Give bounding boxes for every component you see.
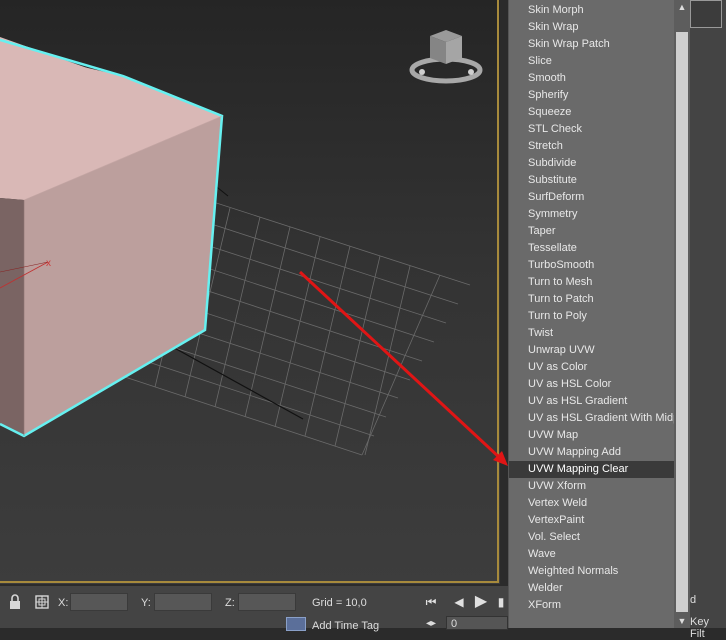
x-label: X:	[58, 597, 69, 609]
modifier-item[interactable]: Spherify	[509, 87, 675, 104]
key-filters-button[interactable]: Key Filt	[690, 616, 726, 640]
add-time-tag-button[interactable]: Add Time Tag	[312, 620, 379, 632]
goto-start-icon[interactable]: ⏮	[422, 593, 440, 611]
modifier-item[interactable]: Tessellate	[509, 240, 675, 257]
modifier-item[interactable]: UV as HSL Color	[509, 376, 675, 393]
scrollbar-thumb[interactable]	[676, 32, 688, 612]
modifier-item[interactable]: Smooth	[509, 70, 675, 87]
modifier-item[interactable]: Stretch	[509, 138, 675, 155]
x-coordinate-field[interactable]	[70, 593, 128, 611]
modifier-item[interactable]: VertexPaint	[509, 512, 675, 529]
modifier-item[interactable]: UVW Xform	[509, 478, 675, 495]
absolute-mode-icon[interactable]	[34, 594, 50, 610]
modifier-item[interactable]: Welder	[509, 580, 675, 597]
modifier-item[interactable]: STL Check	[509, 121, 675, 138]
modifier-list-scrollbar[interactable]: ▲ ▼	[674, 0, 690, 628]
modifier-item[interactable]: Skin Wrap	[509, 19, 675, 36]
modifier-item[interactable]: Slice	[509, 53, 675, 70]
grid-size-label: Grid = 10,0	[312, 597, 367, 609]
time-tag-icon[interactable]	[286, 617, 306, 631]
modifier-item[interactable]: UVW Mapping Add	[509, 444, 675, 461]
box-object[interactable]	[0, 37, 224, 438]
viewcube-icon[interactable]	[408, 26, 486, 86]
scroll-up-icon[interactable]: ▲	[674, 0, 690, 14]
scene: x	[0, 37, 471, 456]
modifier-item[interactable]: Skin Morph	[509, 2, 675, 19]
perspective-viewport[interactable]: x	[0, 0, 500, 584]
modifier-item[interactable]: SurfDeform	[509, 189, 675, 206]
z-label: Z:	[225, 597, 235, 609]
modifier-item[interactable]: TurboSmooth	[509, 257, 675, 274]
command-panel-edge	[690, 0, 726, 628]
modifier-item[interactable]: UV as Color	[509, 359, 675, 376]
z-coordinate-field[interactable]	[238, 593, 296, 611]
modifier-item-selected[interactable]: UVW Mapping Clear	[509, 461, 675, 478]
modifier-list-dropdown[interactable]: Skin Morph Skin Wrap Skin Wrap Patch Slice S…	[508, 0, 675, 628]
modifier-item[interactable]: Subdivide	[509, 155, 675, 172]
modifier-item[interactable]: Twist	[509, 325, 675, 342]
lock-icon[interactable]	[8, 594, 22, 610]
modifier-item[interactable]: Symmetry	[509, 206, 675, 223]
modifier-item[interactable]: Wave	[509, 546, 675, 563]
command-panel-field[interactable]	[690, 0, 722, 28]
modifier-item[interactable]: UVW Map	[509, 427, 675, 444]
next-frame-icon[interactable]: ▮	[492, 593, 510, 611]
modifier-item[interactable]: Taper	[509, 223, 675, 240]
modifier-item[interactable]: Skin Wrap Patch	[509, 36, 675, 53]
modifier-item[interactable]: UV as HSL Gradient	[509, 393, 675, 410]
axis-marker-x: x	[46, 258, 51, 269]
modifier-item[interactable]: UV as HSL Gradient With Midpoint	[509, 410, 675, 427]
modifier-item[interactable]: XForm	[509, 597, 675, 614]
modifier-item[interactable]: Vol. Select	[509, 529, 675, 546]
modifier-item[interactable]: Squeeze	[509, 104, 675, 121]
grid-axis-line	[159, 339, 304, 420]
modifier-item[interactable]: Turn to Poly	[509, 308, 675, 325]
modifier-item[interactable]: Vertex Weld	[509, 495, 675, 512]
scroll-down-icon[interactable]: ▼	[674, 614, 690, 628]
key-icon[interactable]: ◂▸	[426, 618, 436, 629]
y-coordinate-field[interactable]	[154, 593, 212, 611]
modifier-item[interactable]: Turn to Patch	[509, 291, 675, 308]
key-mode-label: d	[690, 594, 697, 606]
modifier-item[interactable]: Unwrap UVW	[509, 342, 675, 359]
modifier-item[interactable]: Substitute	[509, 172, 675, 189]
modifier-item[interactable]: Weighted Normals	[509, 563, 675, 580]
y-label: Y:	[141, 597, 151, 609]
prev-frame-icon[interactable]: ◀︎	[450, 593, 468, 611]
modifier-item[interactable]: Turn to Mesh	[509, 274, 675, 291]
play-icon[interactable]: ▶	[472, 593, 490, 611]
